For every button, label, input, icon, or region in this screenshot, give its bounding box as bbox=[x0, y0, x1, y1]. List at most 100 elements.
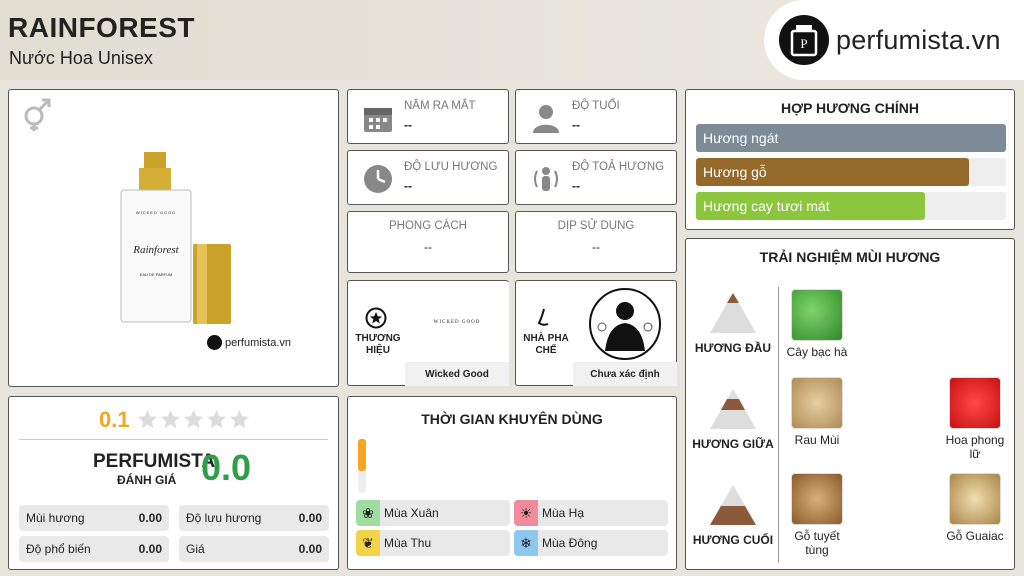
rating-item-label: Mùi hương bbox=[26, 511, 85, 525]
watermark-text: perfumista.vn bbox=[225, 336, 292, 349]
bottle-brand-text: WICKED GOOD bbox=[135, 210, 177, 215]
rating-item: Độ lưu hương 0.00 bbox=[179, 505, 329, 531]
brand-label: THƯƠNG HIỆU bbox=[355, 333, 401, 356]
accord-bar-label: Hương gỗ bbox=[703, 164, 767, 180]
rating-item-value: 0.00 bbox=[138, 511, 162, 525]
rating-item-value: 0.00 bbox=[298, 542, 322, 556]
style-value: -- bbox=[424, 240, 432, 254]
rating-item-label: Giá bbox=[186, 542, 205, 556]
divider bbox=[19, 439, 328, 440]
notes-panel: TRẢI NGHIỆM MÙI HƯƠNG HƯƠNG ĐẦU Cây bạc … bbox=[685, 238, 1015, 570]
rating-score: 0.1 bbox=[99, 407, 130, 432]
geranium-image bbox=[949, 377, 1001, 429]
note-item: Hoa phong lữ bbox=[940, 377, 1010, 461]
person-radiating-icon bbox=[530, 163, 562, 195]
note-base-label: HƯƠNG CUỐI bbox=[692, 533, 774, 547]
recommended-time-panel: THỜI GIAN KHUYÊN DÙNG ❀ Mùa Xuân ☀ Mùa Hạ ❦ M… bbox=[347, 396, 677, 570]
accord-bar: Hương gỗ bbox=[696, 158, 1006, 186]
style-label: Phong cách bbox=[389, 220, 467, 232]
note-item: Gỗ Guaiac bbox=[940, 473, 1010, 543]
sun-icon: ☀ bbox=[514, 500, 538, 526]
rating-item-label: Độ phổ biến bbox=[26, 542, 91, 556]
guaiac-wood-image bbox=[949, 473, 1001, 525]
perfumer-name-bar: Chưa xác định bbox=[573, 362, 677, 386]
rating-item: Mùi hương 0.00 bbox=[19, 505, 169, 531]
season-label: Mùa Thu bbox=[384, 536, 432, 550]
star-icon[interactable] bbox=[160, 409, 181, 435]
header: RAINFOREST Nước Hoa Unisex P perfumista.… bbox=[0, 0, 1024, 80]
notes-divider bbox=[778, 287, 779, 563]
star-icon[interactable] bbox=[206, 409, 227, 435]
rating-panel: 0.1 PERFUMISTA ĐÁNH GIÁ 0.0 Mùi hương 0.0… bbox=[8, 396, 339, 570]
product-image-panel: WICKED GOOD Rainforest EAU DE PARFUM per… bbox=[8, 89, 339, 387]
pyramid-base-icon bbox=[710, 485, 756, 530]
perfumista-sub-label: ĐÁNH GIÁ bbox=[117, 473, 177, 487]
perfumer-label: NHÀ PHA CHẾ bbox=[523, 333, 569, 356]
longevity-label: Độ lưu hương bbox=[404, 161, 498, 173]
clock-icon bbox=[362, 163, 394, 195]
season-2[interactable]: ❦ Mùa Thu bbox=[356, 530, 510, 556]
star-rating[interactable] bbox=[137, 409, 252, 435]
svg-text:P: P bbox=[800, 36, 807, 51]
accord-bar-label: Hương cay tươi mát bbox=[703, 198, 830, 214]
snowflake-icon: ❄ bbox=[514, 530, 538, 556]
release-year-label: Năm ra mắt bbox=[404, 100, 476, 112]
brand-name: Wicked Good bbox=[425, 368, 489, 380]
age-value: -- bbox=[572, 118, 580, 132]
note-top-label: HƯƠNG ĐẦU bbox=[694, 341, 772, 355]
star-badge-icon bbox=[365, 307, 387, 334]
rating-item-value: 0.00 bbox=[138, 542, 162, 556]
release-year-card: Năm ra mắt -- bbox=[347, 89, 509, 144]
occasion-value: -- bbox=[592, 240, 600, 254]
season-1[interactable]: ☀ Mùa Hạ bbox=[514, 500, 668, 526]
usage-title: THỜI GIAN KHUYÊN DÙNG bbox=[421, 411, 603, 427]
season-0[interactable]: ❀ Mùa Xuân bbox=[356, 500, 510, 526]
unisex-gender-icon bbox=[19, 96, 55, 137]
note-middle-label: HƯƠNG GIỮA bbox=[692, 437, 774, 451]
accord-bar: Hương ngát bbox=[696, 124, 1006, 152]
longevity-value: -- bbox=[404, 179, 412, 193]
star-icon[interactable] bbox=[183, 409, 204, 435]
star-icon[interactable] bbox=[229, 409, 250, 435]
longevity-card: Độ lưu hương -- bbox=[347, 150, 509, 205]
site-logo[interactable]: P perfumista.vn bbox=[764, 0, 1024, 80]
mint-image bbox=[791, 289, 843, 341]
perfume-bottle-icon: P bbox=[778, 14, 830, 66]
day-night-bar bbox=[358, 439, 366, 493]
cedarwood-image bbox=[791, 473, 843, 525]
star-icon[interactable] bbox=[137, 409, 158, 435]
perfumer-card[interactable]: NHÀ PHA CHẾ Chưa xác định bbox=[515, 280, 677, 386]
leaf-icon: ❦ bbox=[356, 530, 380, 556]
accords-title: HỢP HƯƠNG CHÍNH bbox=[781, 100, 919, 116]
age-card: Độ tuổi -- bbox=[515, 89, 677, 144]
nose-icon bbox=[534, 307, 554, 334]
pyramid-top-icon bbox=[710, 293, 756, 338]
logo-text: perfumista.vn bbox=[836, 24, 1001, 55]
perfumista-score: 0.0 bbox=[201, 447, 252, 488]
note-item: Cây bạc hà bbox=[782, 289, 852, 359]
rating-item-value: 0.00 bbox=[298, 511, 322, 525]
season-3[interactable]: ❄ Mùa Đông bbox=[514, 530, 668, 556]
occasion-label: Dịp sử dụng bbox=[557, 220, 635, 232]
bottle-label-text: Rainforest bbox=[133, 244, 179, 256]
occasion-card: Dịp sử dụng -- bbox=[515, 211, 677, 273]
note-item: Gỗ tuyết tùng bbox=[782, 473, 852, 557]
season-label: Mùa Đông bbox=[542, 536, 598, 550]
calendar-icon bbox=[362, 102, 394, 134]
season-label: Mùa Hạ bbox=[542, 506, 585, 520]
brand-name-bar: Wicked Good bbox=[405, 362, 509, 386]
bottle-type-text: EAU DE PARFUM bbox=[139, 272, 173, 277]
perfumer-avatar bbox=[588, 287, 662, 361]
brand-card[interactable]: THƯƠNG HIỆU WICKED GOOD Wicked Good bbox=[347, 280, 509, 386]
main-accords-panel: HỢP HƯƠNG CHÍNH Hương ngát Hương gỗ Hương … bbox=[685, 89, 1015, 230]
accord-bar-label: Hương ngát bbox=[703, 130, 779, 146]
rating-item-label: Độ lưu hương bbox=[186, 511, 262, 525]
perfumer-name: Chưa xác định bbox=[590, 368, 660, 380]
perfume-bottle-image: WICKED GOOD Rainforest EAU DE PARFUM bbox=[117, 148, 232, 328]
age-label: Độ tuổi bbox=[572, 100, 620, 112]
page-subtitle: Nước Hoa Unisex bbox=[9, 48, 153, 68]
note-item: Rau Mùi bbox=[782, 377, 852, 447]
perfumista-brand-label: PERFUMISTA bbox=[93, 451, 216, 472]
season-label: Mùa Xuân bbox=[384, 506, 439, 520]
perfume-bottle-icon bbox=[207, 335, 222, 350]
